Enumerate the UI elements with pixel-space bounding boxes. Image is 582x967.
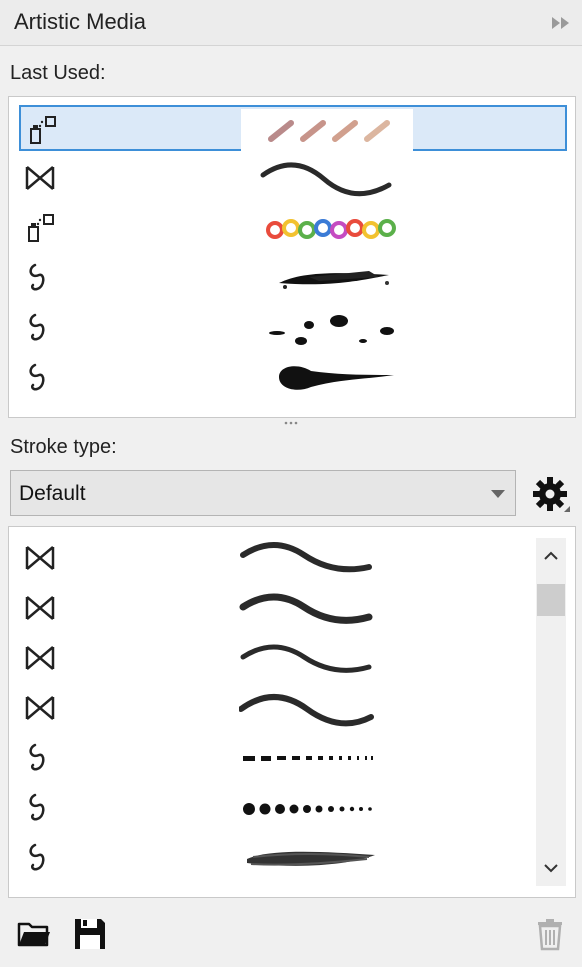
stroke-item[interactable] bbox=[19, 685, 539, 731]
last-used-label: Last Used: bbox=[10, 62, 106, 84]
splitter-handle[interactable] bbox=[283, 420, 299, 426]
dashed-stroke bbox=[243, 756, 373, 761]
chevron-down-icon bbox=[491, 490, 505, 498]
charcoal-stroke bbox=[247, 851, 375, 866]
stroke-item[interactable] bbox=[19, 635, 539, 681]
dotted-stroke bbox=[243, 803, 372, 815]
last-used-list[interactable] bbox=[8, 96, 576, 418]
wave-stroke-2 bbox=[239, 593, 373, 624]
stroke-type-value: Default bbox=[19, 482, 86, 505]
grunge-stroke-preview bbox=[279, 271, 389, 289]
preset-icon bbox=[25, 646, 55, 670]
wave-stroke-4 bbox=[239, 694, 374, 727]
preset-icon bbox=[25, 166, 55, 190]
calligraphic-icon bbox=[29, 313, 45, 341]
colorful-swirls-preview bbox=[266, 219, 396, 239]
last-used-item[interactable] bbox=[19, 305, 567, 351]
panel-header: Artistic Media bbox=[0, 0, 582, 46]
stroke-item[interactable] bbox=[19, 585, 539, 631]
last-used-item[interactable] bbox=[19, 205, 567, 251]
sprayer-icon bbox=[30, 116, 56, 144]
brush-strokes-preview bbox=[241, 109, 413, 151]
folder-open-icon[interactable] bbox=[16, 916, 52, 952]
sprayer-icon bbox=[28, 214, 54, 242]
calligraphic-icon bbox=[29, 363, 45, 391]
stroke-item[interactable] bbox=[19, 835, 539, 881]
wave-stroke-3 bbox=[240, 644, 372, 673]
scroll-down-icon[interactable] bbox=[536, 850, 566, 886]
preset-icon bbox=[25, 696, 55, 720]
calligraphic-icon bbox=[29, 743, 45, 771]
scrollbar-thumb[interactable] bbox=[537, 584, 565, 616]
save-icon[interactable] bbox=[72, 916, 108, 952]
last-used-item[interactable] bbox=[19, 255, 567, 301]
calligraphic-icon bbox=[29, 263, 45, 291]
collapse-panel-icon[interactable] bbox=[550, 14, 572, 32]
stroke-list-scrollbar[interactable] bbox=[536, 538, 566, 886]
stroke-item[interactable] bbox=[19, 785, 539, 831]
last-used-item[interactable] bbox=[19, 105, 567, 151]
splatter-preview bbox=[269, 315, 394, 345]
stroke-item[interactable] bbox=[19, 535, 539, 581]
stroke-type-label: Stroke type: bbox=[10, 436, 117, 458]
gear-icon[interactable] bbox=[530, 474, 572, 516]
preset-icon bbox=[25, 546, 55, 570]
last-used-item[interactable] bbox=[19, 155, 567, 201]
stroke-item[interactable] bbox=[19, 735, 539, 781]
stroke-list[interactable] bbox=[8, 526, 576, 898]
preset-icon bbox=[25, 596, 55, 620]
scroll-up-icon[interactable] bbox=[536, 538, 566, 574]
stroke-type-select[interactable]: Default bbox=[10, 470, 516, 516]
wave-stroke-preview bbox=[260, 162, 392, 197]
calligraphic-icon bbox=[29, 793, 45, 821]
calligraphic-icon bbox=[29, 843, 45, 871]
wave-stroke-1 bbox=[240, 542, 372, 573]
trash-icon bbox=[538, 919, 562, 951]
last-used-item[interactable] bbox=[19, 355, 567, 401]
teardrop-stroke-preview bbox=[279, 366, 394, 390]
panel-title: Artistic Media bbox=[14, 9, 147, 34]
